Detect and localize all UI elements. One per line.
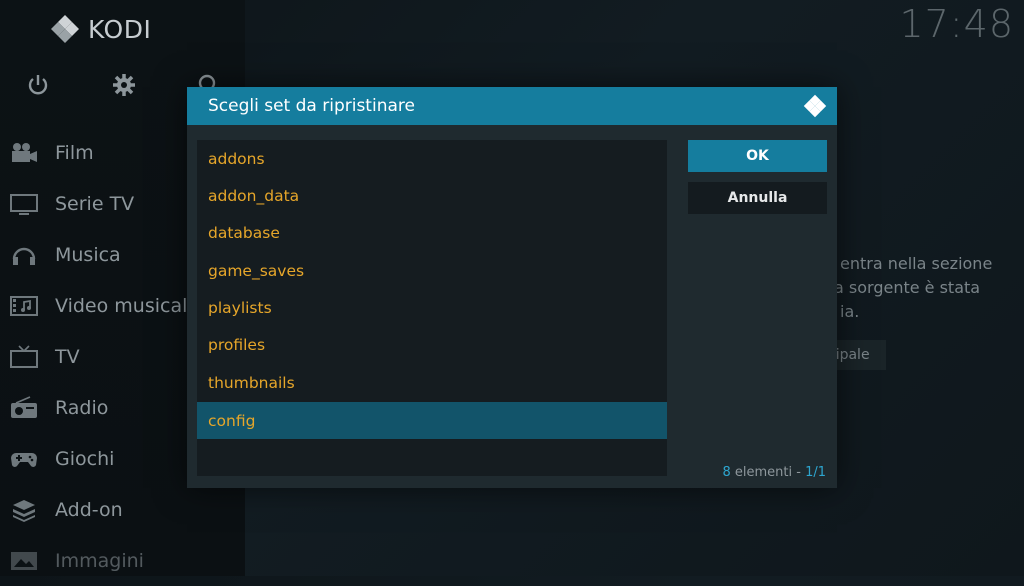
list-item[interactable]: profiles (197, 326, 667, 363)
item-count: 8 elementi - 1/1 (722, 465, 826, 480)
item-count-number: 8 (722, 465, 731, 480)
tv-monitor-icon (10, 192, 38, 216)
gamepad-icon (10, 447, 38, 471)
pictures-icon (10, 549, 38, 573)
list-item[interactable]: thumbnails (197, 364, 667, 401)
list-item-label: thumbnails (208, 373, 295, 392)
list-item[interactable]: playlists (197, 289, 667, 326)
music-video-icon (10, 294, 38, 318)
clock: 17:48 (899, 2, 1014, 46)
kodi-logo-icon (803, 94, 827, 118)
sidebar-item-label: Add-on (55, 499, 123, 521)
dialog-title: Scegli set da ripristinare (208, 96, 415, 116)
list-item-label: database (208, 223, 280, 242)
sidebar-item-label: TV (55, 346, 80, 368)
sidebar-item-label: Serie TV (55, 193, 135, 215)
sidebar-item-label: Video musicali (55, 295, 193, 317)
list-item[interactable]: database (197, 214, 667, 251)
list-item-label: game_saves (208, 261, 305, 280)
sidebar-item-label: Musica (55, 244, 121, 266)
item-count-text: elementi - (730, 465, 806, 480)
list-item-label: config (208, 411, 256, 430)
addon-box-icon (10, 498, 38, 522)
app-name: KODI (88, 14, 152, 44)
list-item[interactable]: game_saves (197, 252, 667, 289)
page-indicator: 1/1 (805, 465, 826, 480)
radio-icon (10, 396, 38, 420)
sidebar-item-immagini[interactable]: Immagini (0, 536, 245, 586)
restore-set-dialog: Scegli set da ripristinare addons addon_… (187, 87, 837, 488)
restore-set-list: addons addon_data database game_saves pl… (197, 140, 667, 476)
sidebar-item-add-on[interactable]: Add-on (0, 485, 245, 535)
television-icon (10, 345, 38, 369)
cancel-button[interactable]: Annulla (688, 182, 827, 214)
list-item-label: addon_data (208, 186, 300, 205)
gear-icon[interactable] (111, 72, 137, 98)
kodi-logo: KODI (50, 14, 151, 44)
list-item-label: profiles (208, 335, 266, 354)
list-item-selected[interactable]: config (197, 402, 667, 439)
dialog-header: Scegli set da ripristinare (187, 87, 837, 125)
sidebar-item-label: Film (55, 142, 94, 164)
ok-button[interactable]: OK (688, 140, 827, 172)
sidebar-item-label: Giochi (55, 448, 115, 470)
list-item[interactable]: addon_data (197, 177, 667, 214)
list-item-label: addons (208, 149, 265, 168)
list-item[interactable]: addons (197, 140, 667, 177)
film-camera-icon (10, 141, 38, 165)
sidebar-item-label: Radio (55, 397, 109, 419)
headphones-icon (10, 243, 38, 267)
sidebar-item-label: Immagini (55, 550, 144, 572)
power-icon[interactable] (25, 72, 51, 98)
kodi-logo-icon (51, 15, 79, 43)
list-item-label: playlists (208, 298, 272, 317)
